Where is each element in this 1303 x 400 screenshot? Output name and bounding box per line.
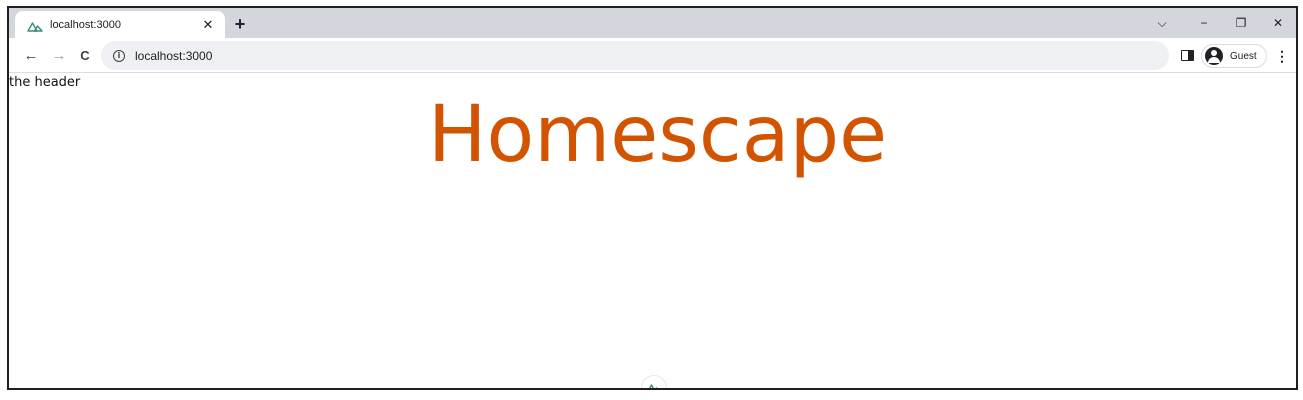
page-title: Homescape <box>427 90 888 180</box>
window-close-button[interactable]: ✕ <box>1260 12 1296 34</box>
profile-label: Guest <box>1230 50 1257 62</box>
forward-button[interactable]: → <box>47 44 71 68</box>
avatar-icon <box>1205 47 1223 65</box>
profile-button[interactable]: Guest <box>1201 44 1267 68</box>
back-button[interactable]: ← <box>19 44 43 68</box>
nuxt-icon <box>27 19 43 32</box>
page-viewport: the header Homescape <box>9 73 1296 388</box>
address-bar[interactable]: i localhost:3000 <box>101 41 1169 70</box>
side-panel-icon[interactable] <box>1181 50 1194 61</box>
tab-title: localhost:3000 <box>50 18 121 31</box>
browser-window: localhost:3000 ✕ + ⌵ − ❐ ✕ ← → C i local… <box>7 6 1298 390</box>
tab-search-button[interactable]: ⌵ <box>1144 12 1180 34</box>
close-icon[interactable]: ✕ <box>199 17 217 33</box>
new-tab-button[interactable]: + <box>229 13 251 35</box>
minimize-button[interactable]: − <box>1186 12 1222 34</box>
reload-button[interactable]: C <box>73 44 97 68</box>
url-text[interactable]: localhost:3000 <box>135 49 212 63</box>
more-menu-icon[interactable]: ⋮ <box>1275 44 1289 68</box>
tab-strip: localhost:3000 ✕ + ⌵ − ❐ ✕ <box>9 8 1296 38</box>
browser-tab[interactable]: localhost:3000 ✕ <box>15 11 225 38</box>
site-info-icon[interactable]: i <box>113 49 125 62</box>
browser-toolbar: ← → C i localhost:3000 Guest ⋮ <box>9 38 1296 73</box>
nuxt-devtools-icon[interactable] <box>641 375 667 388</box>
restore-button[interactable]: ❐ <box>1223 12 1259 34</box>
